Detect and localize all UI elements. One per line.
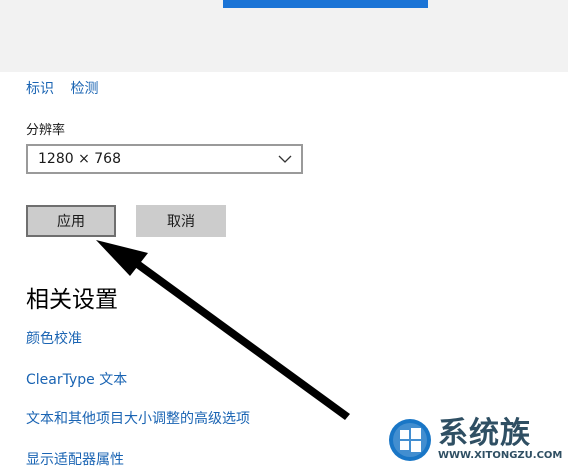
watermark-url: WWW.XITONGZU.COM (438, 450, 563, 461)
site-watermark: 系统族 WWW.XITONGZU.COM (388, 410, 568, 470)
annotation-arrow (96, 240, 350, 420)
watermark-text: 系统族 WWW.XITONGZU.COM (438, 419, 562, 461)
watermark-name: 系统族 (438, 416, 531, 451)
windows-logo-icon (389, 419, 431, 461)
